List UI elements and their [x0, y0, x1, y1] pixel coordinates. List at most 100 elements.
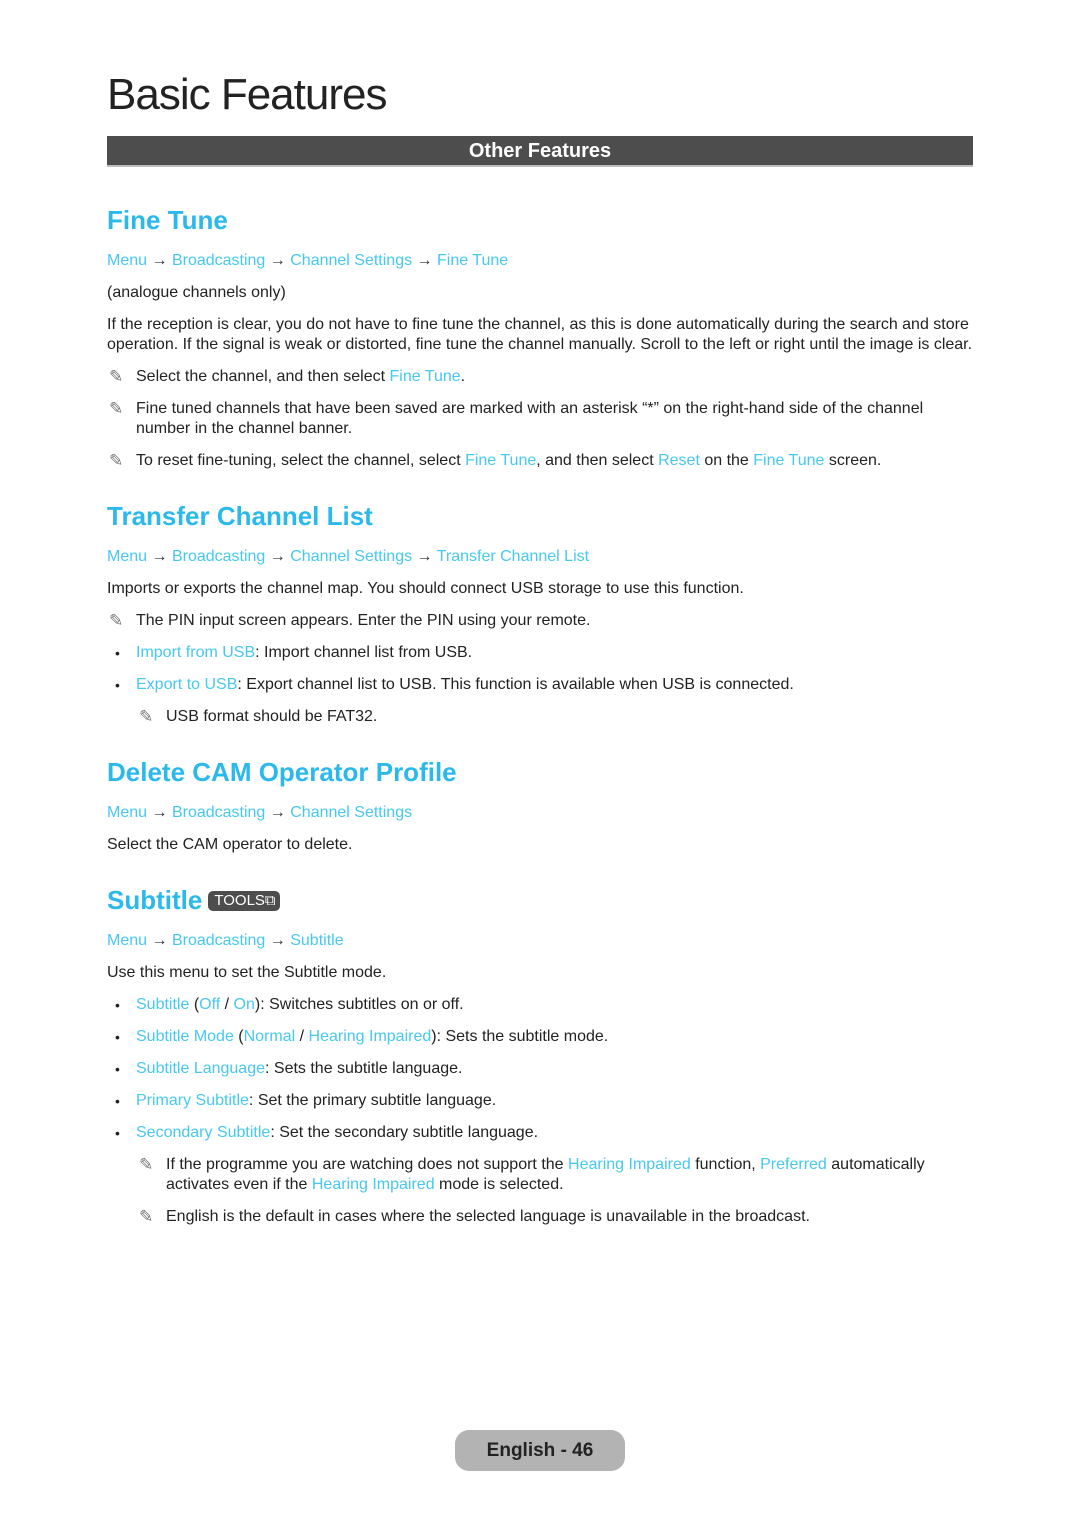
page-number-badge: English - 46 — [455, 1430, 625, 1471]
arrow-icon: → — [269, 932, 286, 949]
arrow-icon: → — [151, 548, 168, 565]
note-text: English is the default in cases where th… — [166, 1208, 810, 1225]
list-item-subtitle: • Subtitle (Off / On): Switches subtitle… — [107, 995, 973, 1015]
crumb-channel-settings[interactable]: Channel Settings — [290, 804, 412, 821]
item-text: : Sets the subtitle language. — [265, 1060, 463, 1077]
crumb-broadcasting[interactable]: Broadcasting — [172, 804, 265, 821]
option-on: On — [233, 996, 255, 1013]
crumb-menu[interactable]: Menu — [107, 548, 147, 565]
note-text: The PIN input screen appears. Enter the … — [136, 612, 591, 629]
item-text: : Set the primary subtitle language. — [248, 1092, 497, 1109]
item-text: ( — [189, 996, 200, 1013]
arrow-icon: → — [416, 252, 433, 269]
note-english-default: ✎ English is the default in cases where … — [107, 1207, 973, 1227]
arrow-icon: → — [151, 252, 168, 269]
item-text: / — [220, 996, 234, 1013]
section-bar: Other Features — [107, 136, 973, 167]
arrow-icon: → — [416, 548, 433, 565]
arrow-icon: → — [151, 804, 168, 821]
note-text: Select the channel, and then select — [136, 368, 390, 385]
item-text: : Export channel list to USB. This funct… — [237, 676, 794, 693]
option-normal: Normal — [243, 1028, 296, 1045]
heading-fine-tune: Fine Tune — [107, 205, 228, 235]
crumb-subtitle[interactable]: Subtitle — [290, 932, 343, 949]
note-text: function, — [690, 1156, 761, 1173]
link-subtitle-mode: Subtitle Mode — [136, 1028, 234, 1045]
crumb-menu[interactable]: Menu — [107, 804, 147, 821]
crumb-broadcasting[interactable]: Broadcasting — [172, 932, 265, 949]
list-item-import: • Import from USB: Import channel list f… — [107, 643, 973, 663]
link-export-to-usb: Export to USB — [136, 676, 238, 693]
pencil-icon: ✎ — [139, 707, 154, 726]
pencil-icon: ✎ — [109, 451, 124, 470]
item-text: ): Switches subtitles on or off. — [254, 996, 464, 1013]
item-text: : Set the secondary subtitle language. — [270, 1124, 539, 1141]
page-title: Basic Features — [107, 70, 387, 119]
tools-label: TOOLS — [214, 892, 265, 909]
note-reset: ✎ To reset fine-tuning, select the chann… — [107, 451, 973, 471]
crumb-broadcasting[interactable]: Broadcasting — [172, 548, 265, 565]
tools-icon: ⧉ — [264, 892, 276, 909]
fine-tune-description: If the reception is clear, you do not ha… — [107, 316, 973, 353]
link-fine-tune: Fine Tune — [465, 452, 537, 469]
arrow-icon: → — [151, 932, 168, 949]
link-import-from-usb: Import from USB — [136, 644, 256, 661]
bullet-icon: • — [115, 997, 120, 1013]
item-text: ): Sets the subtitle mode. — [431, 1028, 609, 1045]
list-item-subtitle-mode: • Subtitle Mode (Normal / Hearing Impair… — [107, 1027, 973, 1047]
note-text: USB format should be FAT32. — [166, 708, 378, 725]
bullet-icon: • — [115, 1125, 120, 1141]
link-subtitle: Subtitle — [136, 996, 190, 1013]
bullet-icon: • — [115, 677, 120, 693]
crumb-menu[interactable]: Menu — [107, 932, 147, 949]
cam-description: Select the CAM operator to delete. — [107, 836, 353, 853]
transfer-description: Imports or exports the channel map. You … — [107, 580, 744, 597]
note-text: . — [460, 368, 466, 385]
heading-delete-cam: Delete CAM Operator Profile — [107, 757, 457, 787]
crumb-fine-tune[interactable]: Fine Tune — [437, 252, 508, 269]
heading-subtitle: Subtitle TOOLS⧉ — [107, 880, 973, 920]
note-text: If the programme you are watching does n… — [166, 1156, 569, 1173]
crumb-menu[interactable]: Menu — [107, 252, 147, 269]
content: Fine Tune Menu → Broadcasting → Channel … — [107, 200, 973, 1227]
pencil-icon: ✎ — [109, 399, 124, 418]
link-secondary-subtitle: Secondary Subtitle — [136, 1124, 271, 1141]
list-item-subtitle-language: • Subtitle Language: Sets the subtitle l… — [107, 1059, 973, 1079]
note-pin: ✎ The PIN input screen appears. Enter th… — [107, 611, 973, 631]
pencil-icon: ✎ — [139, 1155, 154, 1174]
link-preferred: Preferred — [760, 1156, 827, 1173]
heading-subtitle-text: Subtitle — [107, 885, 203, 915]
list-item-export: • Export to USB: Export channel list to … — [107, 675, 973, 695]
note-text: Fine tuned channels that have been saved… — [136, 400, 924, 437]
bullet-icon: • — [115, 645, 120, 661]
crumb-transfer-channel-list[interactable]: Transfer Channel List — [437, 548, 589, 565]
item-text: / — [295, 1028, 309, 1045]
arrow-icon: → — [269, 804, 286, 821]
link-fine-tune: Fine Tune — [389, 368, 461, 385]
bullet-icon: • — [115, 1061, 120, 1077]
breadcrumb-subtitle: Menu → Broadcasting → Subtitle — [107, 931, 973, 951]
note-fat32: ✎ USB format should be FAT32. — [107, 707, 973, 727]
option-hearing-impaired: Hearing Impaired — [308, 1028, 432, 1045]
note-text: mode is selected. — [434, 1176, 564, 1193]
note-hearing-impaired: ✎ If the programme you are watching does… — [107, 1155, 973, 1195]
tools-badge: TOOLS⧉ — [208, 891, 280, 911]
breadcrumb-cam: Menu → Broadcasting → Channel Settings — [107, 803, 973, 823]
item-text: ( — [233, 1028, 244, 1045]
crumb-broadcasting[interactable]: Broadcasting — [172, 252, 265, 269]
breadcrumb-transfer: Menu → Broadcasting → Channel Settings →… — [107, 547, 973, 567]
arrow-icon: → — [269, 548, 286, 565]
pencil-icon: ✎ — [139, 1207, 154, 1226]
item-text: : Import channel list from USB. — [255, 644, 473, 661]
link-primary-subtitle: Primary Subtitle — [136, 1092, 249, 1109]
note-text: on the — [699, 452, 754, 469]
pencil-icon: ✎ — [109, 367, 124, 386]
note-text: screen. — [824, 452, 882, 469]
option-off: Off — [199, 996, 221, 1013]
note-text: To reset fine-tuning, select the channel… — [136, 452, 466, 469]
pencil-icon: ✎ — [109, 611, 124, 630]
list-item-primary-subtitle: • Primary Subtitle: Set the primary subt… — [107, 1091, 973, 1111]
crumb-channel-settings[interactable]: Channel Settings — [290, 548, 412, 565]
crumb-channel-settings[interactable]: Channel Settings — [290, 252, 412, 269]
breadcrumb-fine-tune: Menu → Broadcasting → Channel Settings →… — [107, 251, 973, 271]
